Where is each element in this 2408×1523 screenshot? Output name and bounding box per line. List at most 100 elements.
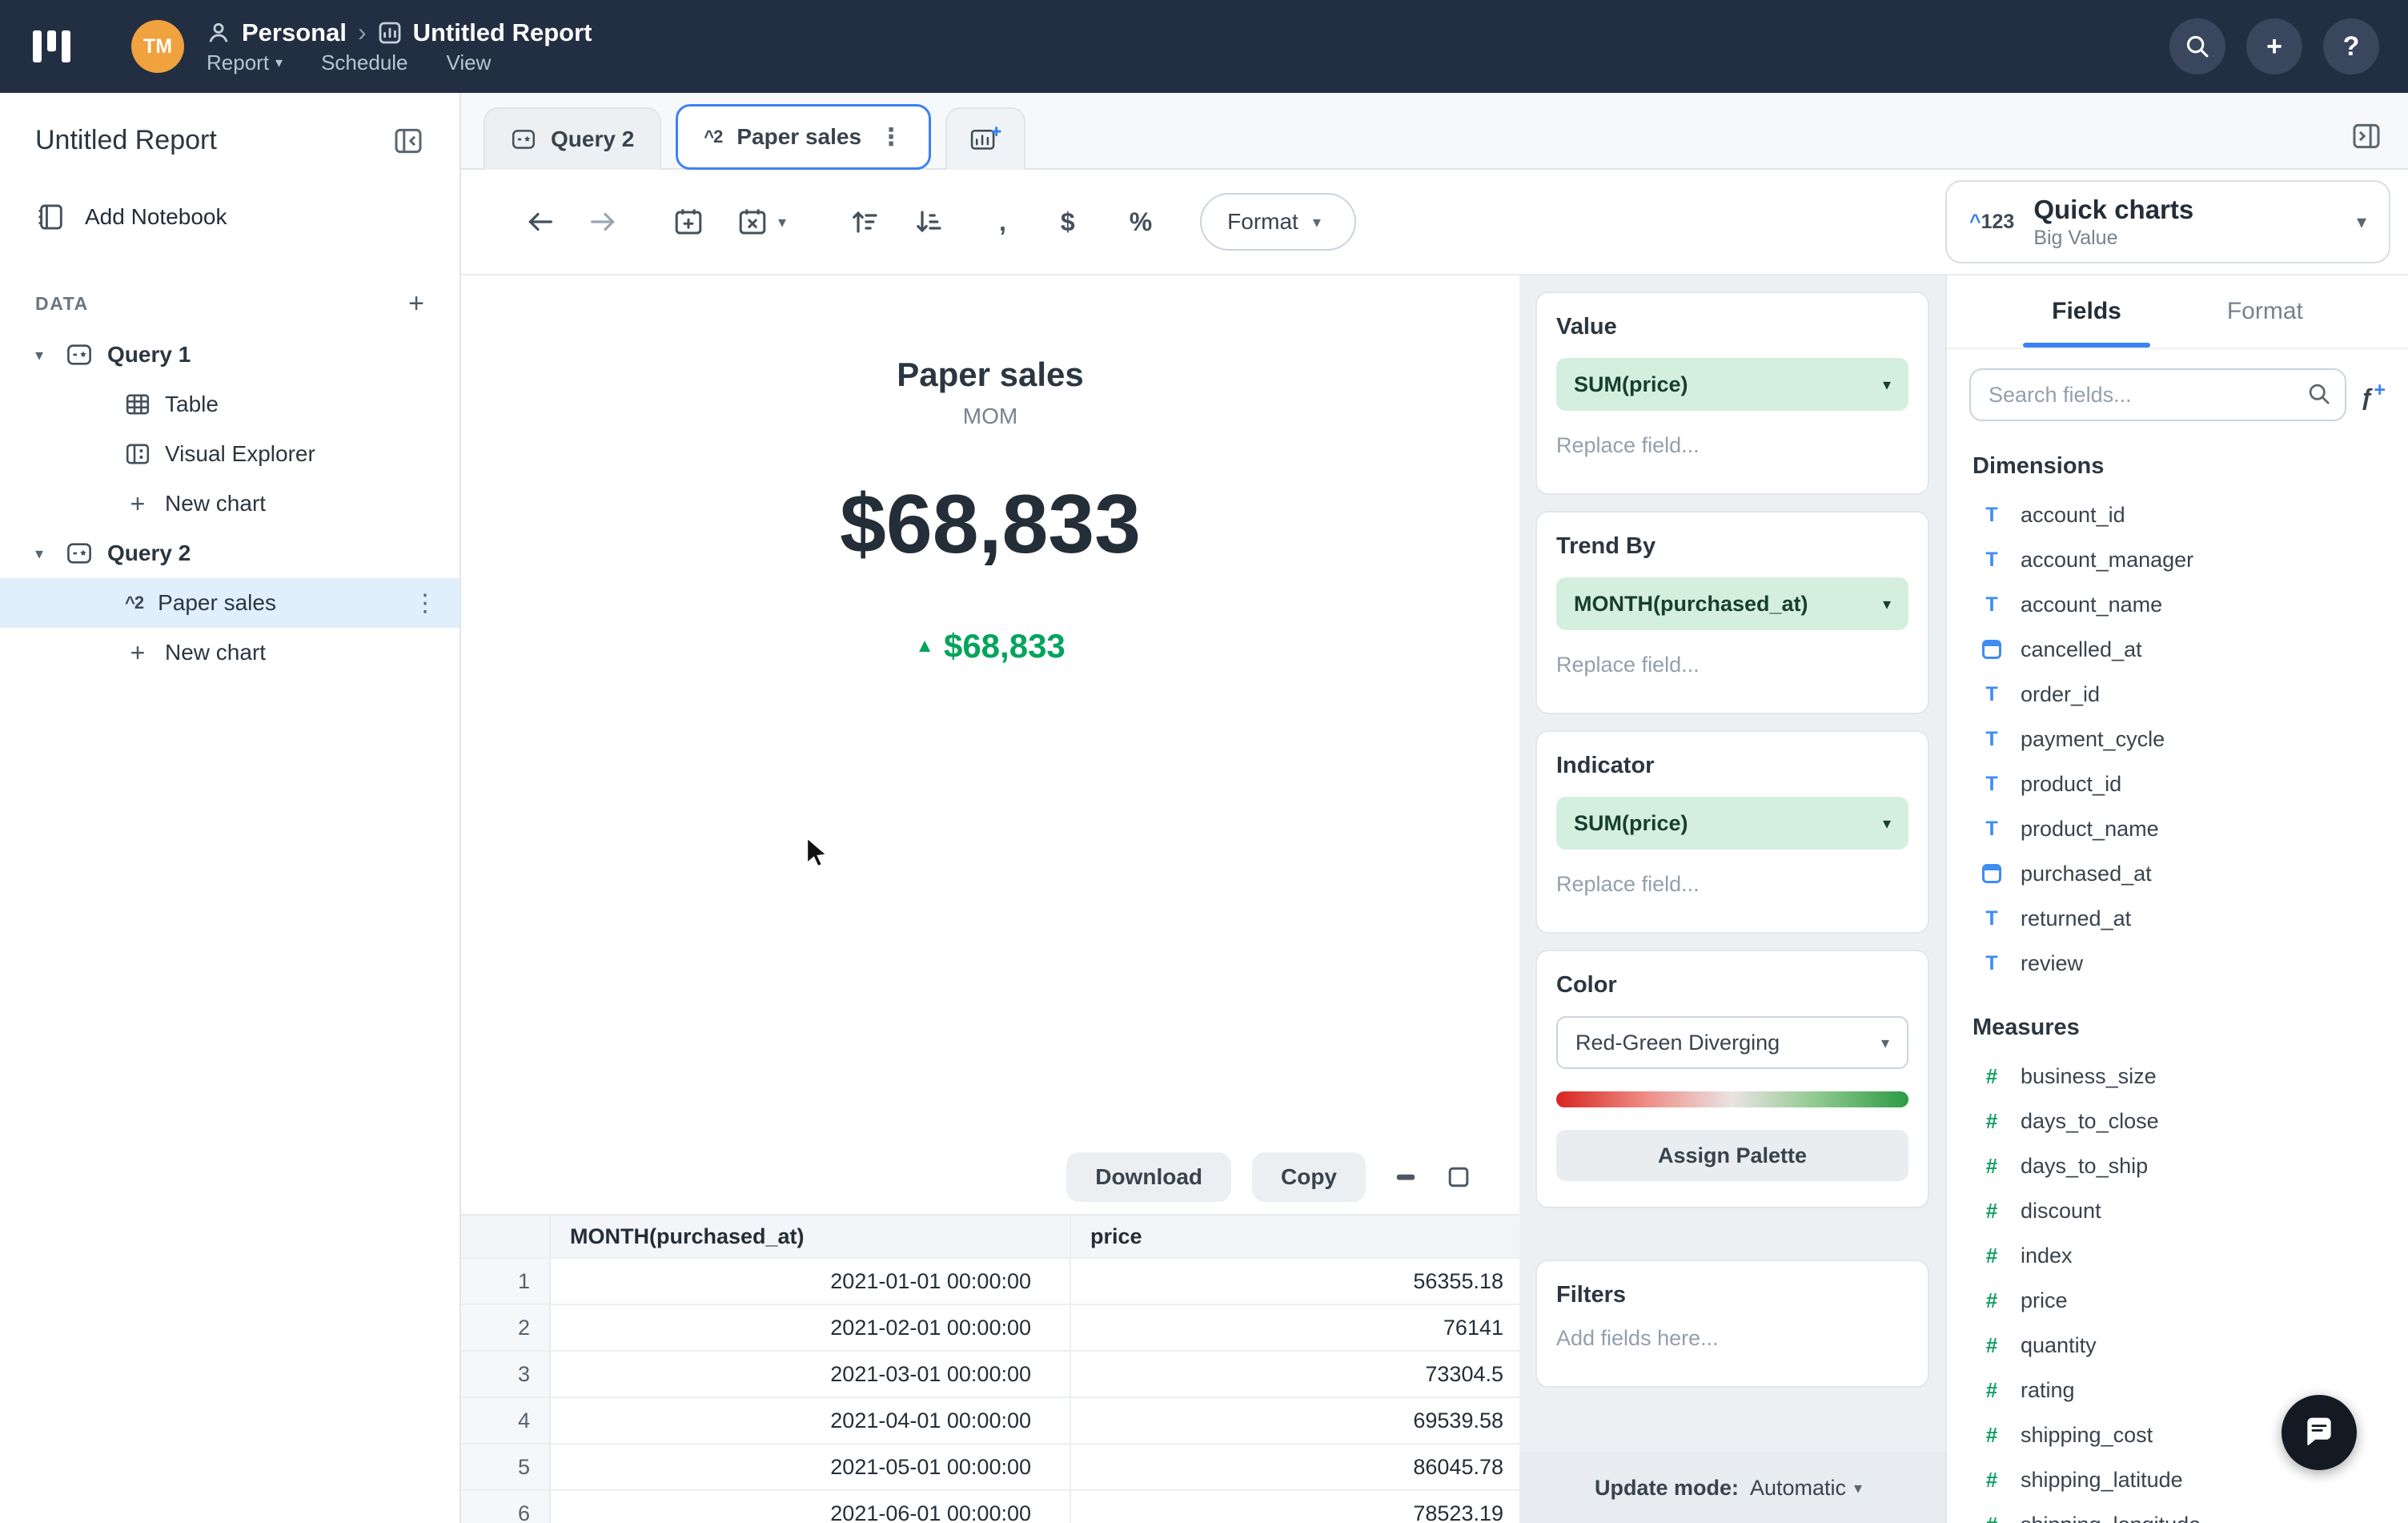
- results-table[interactable]: MONTH(purchased_at) price 1 2021-01-01 0…: [461, 1214, 1519, 1523]
- sidebar-item-paper-sales[interactable]: ^2 Paper sales ⋮: [0, 578, 460, 628]
- sidebar-item-query2[interactable]: ▾ Query 2: [0, 528, 460, 578]
- add-data-button[interactable]: +: [408, 290, 424, 317]
- collapse-sidebar-button[interactable]: [392, 125, 424, 157]
- dimension-item[interactable]: payment_cycle: [1947, 717, 2408, 762]
- new-chart-button-query1[interactable]: + New chart: [0, 479, 460, 528]
- dimension-item[interactable]: account_name: [1947, 582, 2408, 627]
- help-button[interactable]: ?: [2323, 18, 2379, 74]
- tab-fields[interactable]: Fields: [2022, 275, 2151, 348]
- row-index-cell: 6: [461, 1491, 551, 1523]
- copy-button[interactable]: Copy: [1252, 1152, 1366, 1202]
- measure-item[interactable]: shipping_longitude: [1947, 1502, 2408, 1523]
- chevron-down-icon[interactable]: ▾: [35, 345, 51, 365]
- comma-format-button[interactable]: ,: [999, 207, 1006, 237]
- expand-table-button[interactable]: [1446, 1164, 1471, 1190]
- measure-item[interactable]: quantity: [1947, 1323, 2408, 1368]
- filters-dropzone[interactable]: Add fields here...: [1556, 1326, 1908, 1360]
- add-chart-tab-button[interactable]: [945, 107, 1026, 170]
- avatar[interactable]: TM: [131, 20, 184, 73]
- value-replace-dropzone[interactable]: Replace field...: [1556, 433, 1908, 468]
- table-row[interactable]: 6 2021-06-01 00:00:00 78523.19: [461, 1491, 1519, 1523]
- table-row[interactable]: 5 2021-05-01 00:00:00 86045.78: [461, 1445, 1519, 1491]
- search-button[interactable]: [2169, 18, 2225, 74]
- palette-select[interactable]: Red-Green Diverging ▾: [1556, 1016, 1908, 1069]
- chat-launcher-button[interactable]: [2282, 1395, 2357, 1470]
- add-date-column-button[interactable]: [672, 206, 704, 238]
- measure-item[interactable]: discount: [1947, 1188, 2408, 1233]
- dimension-item[interactable]: purchased_at: [1947, 851, 2408, 896]
- download-button[interactable]: Download: [1066, 1152, 1231, 1202]
- breadcrumb-report-title[interactable]: Untitled Report: [413, 18, 592, 47]
- price-cell: 76141: [1443, 1315, 1503, 1340]
- kebab-menu-icon[interactable]: ⋮: [879, 123, 903, 151]
- dimension-item[interactable]: order_id: [1947, 672, 2408, 717]
- new-chart-button-query2[interactable]: + New chart: [0, 628, 460, 677]
- table-header-month[interactable]: MONTH(purchased_at): [551, 1216, 1071, 1257]
- plus-icon: +: [130, 488, 146, 518]
- row-index-cell: 5: [461, 1445, 551, 1489]
- sort-descending-button[interactable]: [913, 206, 945, 238]
- assign-palette-button[interactable]: Assign Palette: [1556, 1130, 1908, 1181]
- expand-panel-button[interactable]: [2350, 120, 2382, 152]
- table-header-price[interactable]: price: [1071, 1216, 1519, 1257]
- format-button[interactable]: Format ▾: [1200, 193, 1356, 251]
- measure-item[interactable]: days_to_ship: [1947, 1143, 2408, 1188]
- update-mode-select[interactable]: Automatic ▾: [1750, 1476, 1870, 1501]
- table-row[interactable]: 2 2021-02-01 00:00:00 76141: [461, 1305, 1519, 1352]
- tab-query2[interactable]: Query 2: [484, 107, 662, 170]
- dimension-name: payment_cycle: [2021, 726, 2165, 751]
- sort-ascending-button[interactable]: [849, 206, 881, 238]
- dimension-name: review: [2021, 950, 2084, 975]
- tab-paper-sales[interactable]: ^2 Paper sales ⋮: [676, 104, 932, 170]
- menu-schedule[interactable]: Schedule: [321, 50, 407, 75]
- menu-view[interactable]: View: [447, 50, 492, 75]
- percent-format-button[interactable]: %: [1130, 207, 1152, 237]
- dimension-item[interactable]: account_id: [1947, 492, 2408, 537]
- dimension-item[interactable]: returned_at: [1947, 896, 2408, 941]
- dimension-item[interactable]: account_manager: [1947, 537, 2408, 582]
- add-calculation-button[interactable]: ƒ+: [2361, 379, 2386, 412]
- field-pill-label: SUM(price): [1574, 372, 1688, 396]
- measure-item[interactable]: days_to_close: [1947, 1099, 2408, 1143]
- tab-format[interactable]: Format: [2221, 275, 2310, 348]
- hash-icon: [1979, 1468, 2005, 1493]
- measure-item[interactable]: index: [1947, 1233, 2408, 1278]
- table-row[interactable]: 3 2021-03-01 00:00:00 73304.5: [461, 1352, 1519, 1398]
- add-notebook-button[interactable]: Add Notebook: [0, 173, 460, 261]
- collapse-table-button[interactable]: [1393, 1164, 1419, 1190]
- sidebar-item-label: Paper sales: [158, 590, 276, 615]
- indicator-replace-dropzone[interactable]: Replace field...: [1556, 872, 1908, 906]
- currency-format-button[interactable]: $: [1061, 207, 1075, 237]
- sidebar-item-query1[interactable]: ▾ Query 1: [0, 330, 460, 380]
- quick-charts-dropdown[interactable]: ^123 Quick charts Big Value ▾: [1945, 180, 2390, 263]
- chevron-down-icon: ▾: [1854, 1479, 1863, 1497]
- chevron-down-icon[interactable]: ▾: [778, 212, 794, 232]
- query-icon: [512, 130, 536, 149]
- table-row[interactable]: 1 2021-01-01 00:00:00 56355.18: [461, 1259, 1519, 1305]
- sidebar-item-visual-explorer[interactable]: Visual Explorer: [0, 429, 460, 479]
- redo-button[interactable]: [588, 209, 618, 235]
- sidebar-item-table[interactable]: Table: [0, 380, 460, 429]
- remove-date-column-button[interactable]: [736, 206, 769, 238]
- search-fields-input[interactable]: [1969, 368, 2346, 421]
- update-mode-value: Automatic: [1749, 1475, 1847, 1500]
- measure-item[interactable]: business_size: [1947, 1054, 2408, 1099]
- minimize-icon: [1396, 1174, 1415, 1180]
- mode-logo[interactable]: [29, 22, 77, 70]
- dimension-item[interactable]: product_id: [1947, 762, 2408, 806]
- trend-by-field-pill[interactable]: MONTH(purchased_at) ▾: [1556, 577, 1908, 630]
- dimension-item[interactable]: product_name: [1947, 806, 2408, 851]
- chevron-down-icon[interactable]: ▾: [35, 544, 51, 564]
- breadcrumb-workspace[interactable]: Personal: [242, 18, 347, 47]
- value-field-pill[interactable]: SUM(price) ▾: [1556, 358, 1908, 411]
- menu-report[interactable]: Report ▾: [207, 50, 283, 75]
- indicator-field-pill[interactable]: SUM(price) ▾: [1556, 797, 1908, 850]
- trend-by-replace-dropzone[interactable]: Replace field...: [1556, 653, 1908, 687]
- dimension-item[interactable]: review: [1947, 941, 2408, 986]
- dimension-item[interactable]: cancelled_at: [1947, 627, 2408, 672]
- kebab-menu-icon[interactable]: ⋮: [413, 589, 437, 617]
- undo-button[interactable]: [525, 209, 556, 235]
- measure-item[interactable]: price: [1947, 1278, 2408, 1323]
- add-button[interactable]: +: [2246, 18, 2302, 74]
- table-row[interactable]: 4 2021-04-01 00:00:00 69539.58: [461, 1398, 1519, 1445]
